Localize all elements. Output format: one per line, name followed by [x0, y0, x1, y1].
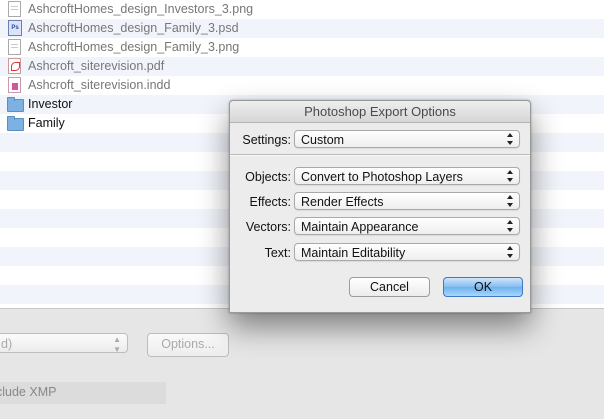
png-file-icon — [7, 38, 21, 55]
file-name: AshcroftHomes_design_Investors_3.png — [28, 1, 254, 16]
objects-value: Convert to Photoshop Layers — [301, 170, 463, 184]
options-button[interactable]: Options... — [147, 333, 229, 357]
vectors-popup[interactable]: Maintain Appearance — [294, 217, 520, 235]
psd-file-icon: Ps — [7, 19, 22, 36]
file-name: AshcroftHomes_design_Family_3.psd — [28, 20, 239, 35]
objects-label: Objects: — [245, 170, 291, 184]
cancel-button[interactable]: Cancel — [349, 277, 430, 297]
file-name: Ashcroft_siterevision.pdf — [28, 58, 165, 73]
updown-arrows-icon — [507, 170, 514, 182]
objects-popup[interactable]: Convert to Photoshop Layers — [294, 167, 520, 185]
vectors-value: Maintain Appearance — [301, 220, 419, 234]
file-row[interactable]: Ashcroft_siterevision.pdf — [0, 56, 604, 75]
ok-button[interactable]: OK — [443, 277, 523, 297]
dialog-title: Photoshop Export Options — [230, 101, 530, 123]
png-file-icon — [7, 0, 21, 17]
save-options-panel: d) ▲ ▼ Options... clude XMP — [0, 308, 604, 419]
include-xmp-label: clude XMP — [0, 385, 57, 399]
folder-name: Investor — [28, 96, 73, 111]
text-row: Text: Maintain Editability — [230, 243, 530, 263]
indd-file-icon — [7, 76, 21, 93]
updown-arrows-icon: ▲ ▼ — [113, 335, 121, 354]
divider — [230, 154, 530, 156]
vectors-row: Vectors: Maintain Appearance — [230, 217, 530, 237]
format-popup[interactable]: d) ▲ ▼ — [0, 333, 128, 354]
file-row[interactable]: Ashcroft_siterevision.indd — [0, 75, 604, 94]
photoshop-export-options-dialog: Photoshop Export Options Settings: Custo… — [229, 100, 531, 313]
file-name: Ashcroft_siterevision.indd — [28, 77, 171, 92]
vectors-label: Vectors: — [245, 220, 291, 234]
settings-popup[interactable]: Custom — [294, 130, 520, 148]
pdf-file-icon — [7, 57, 21, 74]
settings-label: Settings: — [242, 133, 291, 147]
folder-name: Family — [28, 115, 65, 130]
text-value: Maintain Editability — [301, 246, 406, 260]
folder-icon — [7, 115, 24, 131]
effects-value: Render Effects — [301, 195, 384, 209]
text-popup[interactable]: Maintain Editability — [294, 243, 520, 261]
file-row[interactable]: AshcroftHomes_design_Investors_3.png — [0, 0, 604, 18]
text-label: Text: — [264, 246, 291, 260]
effects-popup[interactable]: Render Effects — [294, 192, 520, 210]
file-name: AshcroftHomes_design_Family_3.png — [28, 39, 240, 54]
file-row[interactable]: AshcroftHomes_design_Family_3.png — [0, 37, 604, 56]
effects-row: Effects: Render Effects — [230, 192, 530, 212]
updown-arrows-icon — [507, 195, 514, 207]
format-value: d) — [1, 337, 13, 351]
settings-value: Custom — [301, 133, 345, 147]
updown-arrows-icon — [507, 133, 514, 145]
updown-arrows-icon — [507, 220, 514, 232]
effects-label: Effects: — [249, 195, 291, 209]
folder-icon — [7, 96, 24, 112]
include-xmp-row[interactable]: clude XMP — [0, 382, 166, 404]
updown-arrows-icon — [507, 246, 514, 258]
file-row[interactable]: Ps AshcroftHomes_design_Family_3.psd — [0, 18, 604, 37]
objects-row: Objects: Convert to Photoshop Layers — [230, 167, 530, 187]
settings-row: Settings: Custom — [230, 130, 530, 150]
